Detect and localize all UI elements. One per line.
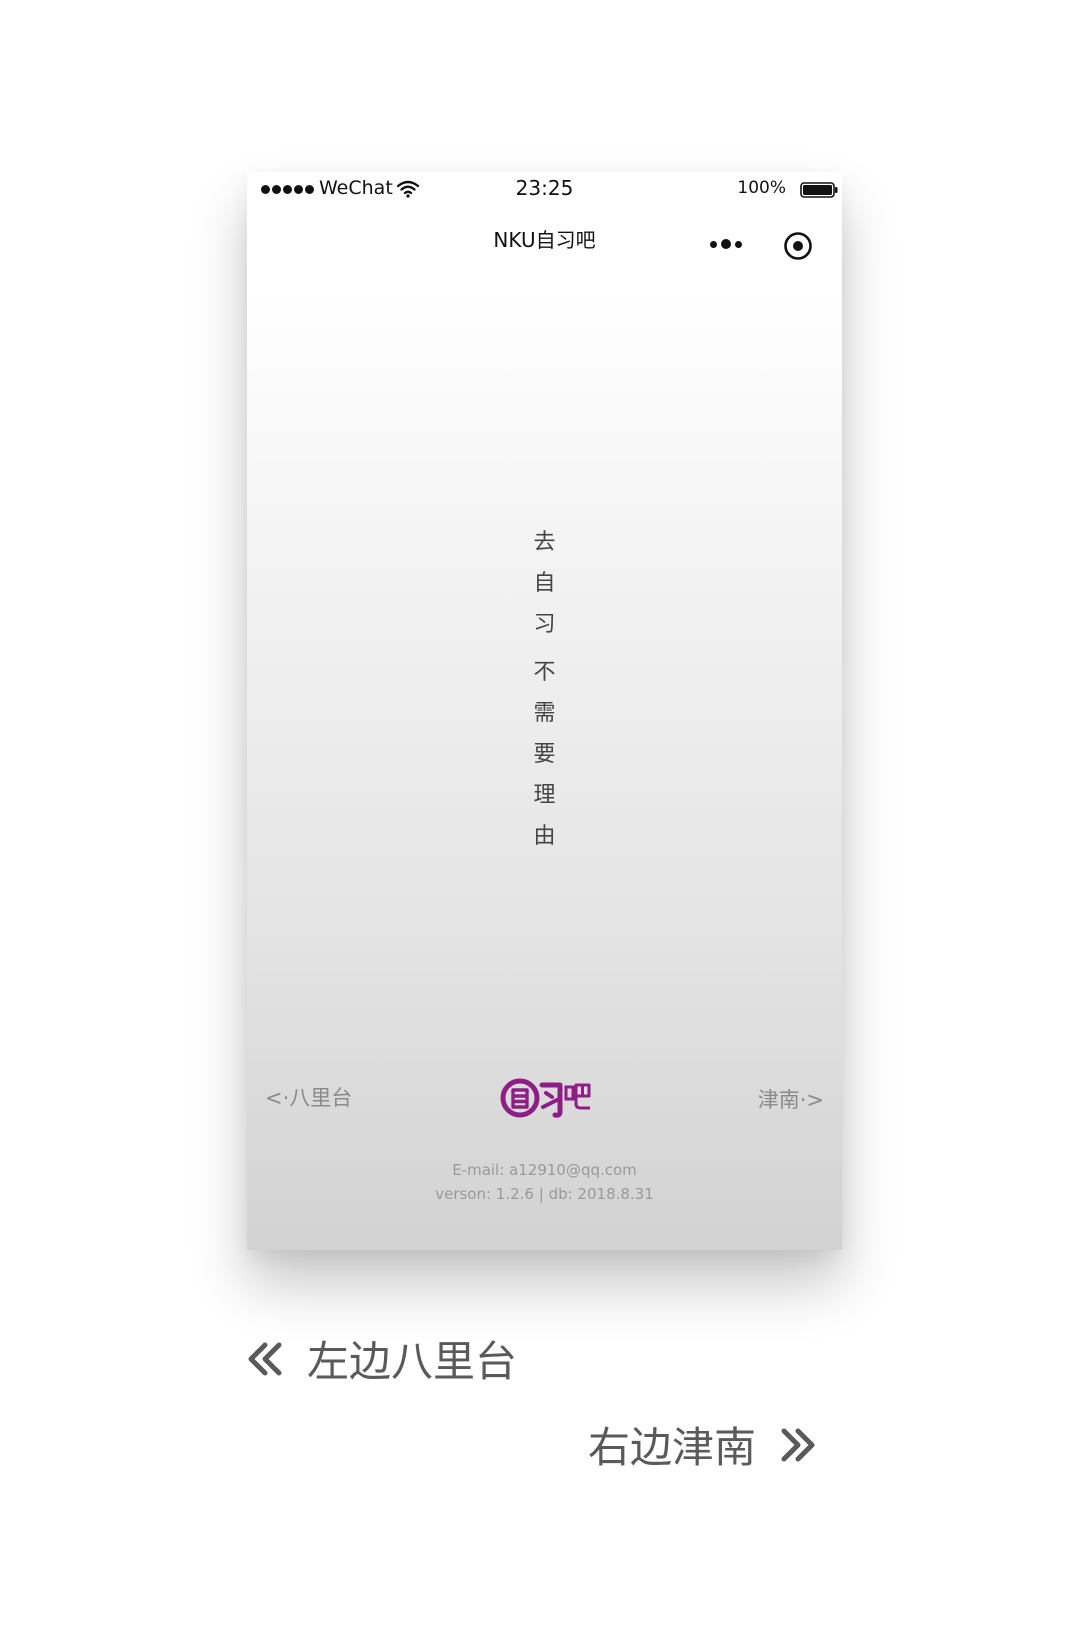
status-bar: WeChat 23:25 100% [247, 172, 842, 206]
slogan-char: 自 [533, 571, 556, 596]
slogan-char: 需 [533, 701, 556, 726]
footer-info: E-mail: a12910@qq.com verson: 1.2.6 | db… [247, 1158, 842, 1206]
slogan-char: 要 [533, 742, 556, 767]
footer-version: verson: 1.2.6 | db: 2018.8.31 [435, 1185, 654, 1203]
phone-screen: WeChat 23:25 100% NKU自习吧 去 自 习 不 需 要 理 由… [247, 172, 842, 1250]
caption-right-text: 右边津南 [588, 1423, 757, 1472]
battery-percent: 100% [737, 178, 786, 198]
page-canvas: WeChat 23:25 100% NKU自习吧 去 自 习 不 需 要 理 由… [0, 0, 1080, 1637]
battery-icon [800, 182, 838, 198]
slogan-char: 由 [533, 824, 556, 849]
target-icon[interactable] [783, 231, 813, 261]
slogan-char: 习 [533, 612, 556, 637]
nav-bar: NKU自习吧 [247, 206, 842, 266]
app-logo [500, 1078, 591, 1118]
campus-left-link[interactable]: <·八里台 [265, 1082, 352, 1112]
footer-email: E-mail: a12910@qq.com [452, 1161, 637, 1179]
slogan-char: 理 [533, 783, 556, 808]
more-dots-icon[interactable] [710, 239, 742, 249]
caption-right: 右边津南 [588, 1414, 818, 1475]
slogan-char: 不 [533, 660, 556, 685]
slogan-char: 去 [533, 530, 556, 555]
page-title: NKU自习吧 [493, 228, 596, 252]
caption-left: 左边八里台 [245, 1328, 517, 1389]
campus-right-link[interactable]: 津南·> [758, 1084, 824, 1114]
double-chevron-right-icon [781, 1428, 815, 1461]
slogan: 去 自 习 不 需 要 理 由 [247, 522, 842, 857]
caption-left-text: 左边八里台 [307, 1337, 518, 1386]
double-chevron-left-icon [248, 1342, 282, 1375]
campus-switcher: <·八里台 津南·> [247, 1072, 842, 1122]
